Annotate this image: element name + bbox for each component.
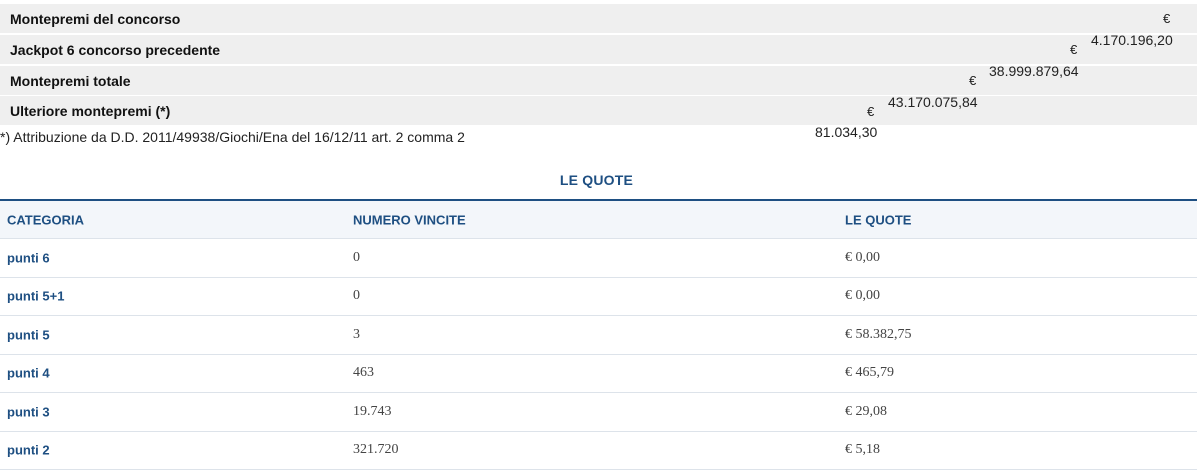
- prize-row-jackpot: Jackpot 6 concorso precedente €: [0, 35, 1197, 64]
- quota-cell: € 5,18: [845, 442, 880, 458]
- table-row: punti 3 19.743 € 29,08: [0, 393, 1197, 432]
- prize-row-montepremi-concorso: Montepremi del concorso €: [0, 4, 1197, 33]
- category-cell: punti 2: [7, 442, 50, 458]
- quotes-title: LE QUOTE: [559, 172, 634, 188]
- quotes-table: CATEGORIA NUMERO VINCITE LE QUOTE punti …: [0, 199, 1197, 470]
- quota-cell: € 0,00: [845, 249, 880, 265]
- quota-cell: € 465,79: [845, 365, 894, 381]
- currency-symbol: €: [969, 73, 977, 88]
- winners-cell: 0: [353, 288, 360, 304]
- footnote-amount: 81.034,30: [815, 124, 878, 140]
- currency-symbol: €: [867, 104, 875, 119]
- header-categoria: CATEGORIA: [7, 212, 85, 227]
- quota-cell: € 0,00: [845, 288, 880, 304]
- winners-cell: 463: [353, 365, 374, 381]
- prize-label: Montepremi totale: [10, 73, 131, 89]
- prize-label: Ulteriore montepremi (*): [10, 103, 171, 119]
- table-row: punti 4 463 € 465,79: [0, 355, 1197, 393]
- category-cell: punti 6: [7, 250, 50, 266]
- header-le-quote: LE QUOTE: [845, 212, 912, 227]
- winners-cell: 19.743: [353, 403, 392, 419]
- category-cell: punti 5+1: [7, 288, 65, 304]
- category-cell: punti 5: [7, 327, 50, 343]
- header-numero-vincite: NUMERO VINCITE: [353, 212, 466, 227]
- table-row: punti 5 3 € 58.382,75: [0, 316, 1197, 355]
- ulteriore-montepremi-amount: 43.170.075,84: [888, 94, 978, 110]
- table-row: punti 5+1 0 € 0,00: [0, 278, 1197, 316]
- table-row: punti 6 0 € 0,00: [0, 239, 1197, 278]
- prize-row-ulteriore-montepremi: Ulteriore montepremi (*) €: [0, 96, 1197, 125]
- footnote-text: *) Attribuzione da D.D. 2011/49938/Gioch…: [0, 129, 465, 145]
- winners-cell: 321.720: [353, 442, 399, 458]
- table-row: punti 2 321.720 € 5,18: [0, 432, 1197, 470]
- quota-cell: € 58.382,75: [845, 326, 912, 342]
- jackpot-amount: 4.170.196,20: [1091, 32, 1173, 48]
- prize-label: Montepremi del concorso: [10, 11, 181, 27]
- table-header-row: CATEGORIA NUMERO VINCITE LE QUOTE: [0, 201, 1197, 239]
- currency-symbol: €: [1163, 11, 1171, 26]
- quota-cell: € 29,08: [845, 403, 887, 419]
- category-cell: punti 4: [7, 365, 50, 381]
- currency-symbol: €: [1070, 42, 1078, 57]
- winners-cell: 0: [353, 249, 360, 265]
- winners-cell: 3: [353, 326, 360, 342]
- prize-label: Jackpot 6 concorso precedente: [10, 42, 221, 58]
- montepremi-totale-amount: 38.999.879,64: [989, 63, 1079, 79]
- category-cell: punti 3: [7, 404, 50, 420]
